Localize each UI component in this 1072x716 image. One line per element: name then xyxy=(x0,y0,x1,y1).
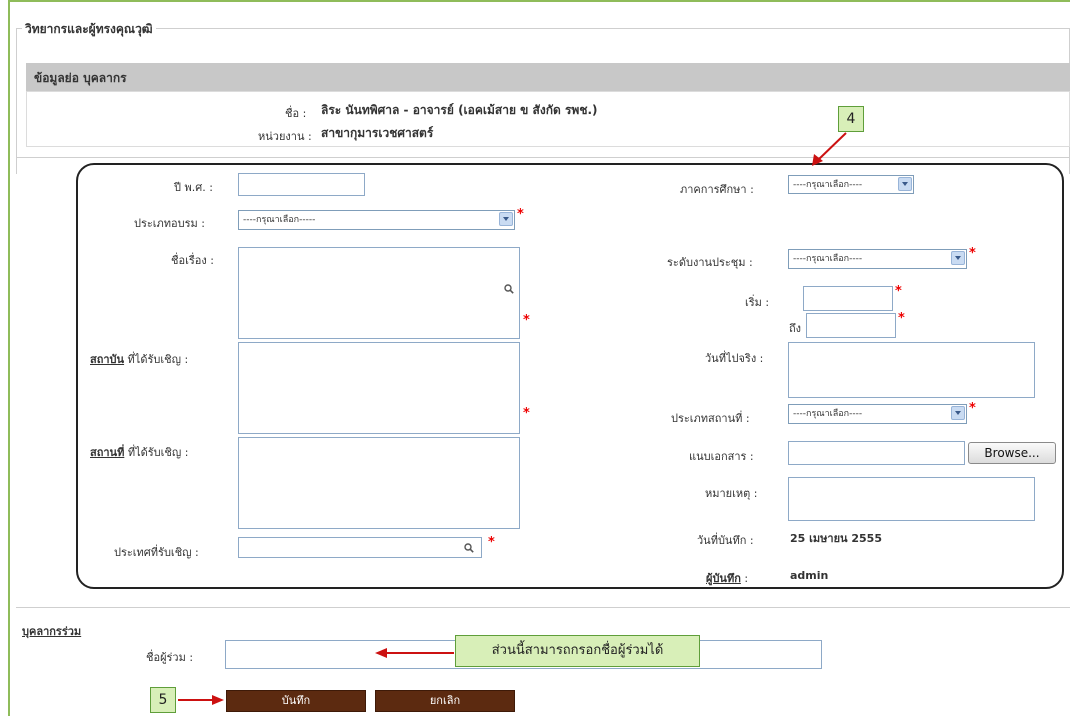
search-icon[interactable] xyxy=(504,284,514,294)
required-asterisk: * xyxy=(895,284,902,299)
attach-label: แนบเอกสาร : xyxy=(689,450,754,463)
required-asterisk: * xyxy=(488,535,495,550)
semester-select[interactable]: ----กรุณาเลือก---- xyxy=(788,175,914,194)
institute-label-underlined: สถาบัน xyxy=(90,353,125,366)
cancel-button[interactable]: ยกเลิก xyxy=(375,690,515,712)
meeting-level-label: ระดับงานประชุม : xyxy=(667,256,753,269)
recorder-colon: : xyxy=(744,572,749,585)
remark-textarea[interactable] xyxy=(788,477,1035,521)
chevron-down-icon xyxy=(499,212,513,226)
place-label: สถานที่ ที่ได้รับเชิญ : xyxy=(90,443,188,461)
recorder-value: admin xyxy=(790,569,829,582)
info-header-title: ข้อมูลย่อ บุคลากร xyxy=(34,71,127,85)
dept-value: สาขากุมารเวชศาสตร์ xyxy=(321,126,434,140)
dept-label: หน่วยงาน : xyxy=(258,130,312,143)
divider-bottom xyxy=(16,607,1070,608)
save-button[interactable]: บันทึก xyxy=(226,690,366,712)
co-personnel-heading: บุคลากรร่วม xyxy=(22,625,82,638)
name-label: ชื่อ : xyxy=(285,107,307,120)
required-asterisk: * xyxy=(517,207,524,222)
name-value: ลิระ นันทพิศาล - อาจารย์ (เอคเม้สาย ข สั… xyxy=(321,103,598,117)
venue-type-label: ประเภทสถานที่ : xyxy=(671,412,750,425)
divider-top xyxy=(16,157,1070,158)
remark-label: หมายเหตุ : xyxy=(705,487,758,500)
train-type-value: ----กรุณาเลือก----- xyxy=(243,215,316,225)
country-label: ประเทศที่รับเชิญ : xyxy=(114,546,199,559)
required-asterisk: * xyxy=(898,311,905,326)
recorder-label-group: ผู้บันทึก : xyxy=(706,569,748,587)
browse-button[interactable]: Browse... xyxy=(968,442,1056,464)
co-name-label: ชื่อผู้ร่วม : xyxy=(146,651,194,664)
record-date-label: วันที่บันทึก : xyxy=(697,534,754,547)
actual-date-label: วันที่ไปจริง : xyxy=(705,352,764,365)
institute-textarea[interactable] xyxy=(238,342,520,434)
callout-5: 5 xyxy=(150,687,176,713)
callout-4: 4 xyxy=(838,106,864,132)
end-label: ถึง xyxy=(789,322,802,335)
record-date-value: 25 เมษายน 2555 xyxy=(790,532,882,545)
required-asterisk: * xyxy=(523,406,530,421)
required-asterisk: * xyxy=(969,246,976,261)
country-input[interactable] xyxy=(238,537,482,558)
place-label-rest: ที่ได้รับเชิญ : xyxy=(124,446,189,459)
semester-value: ----กรุณาเลือก---- xyxy=(793,180,863,190)
chevron-down-icon xyxy=(951,406,965,420)
meeting-level-select[interactable]: ----กรุณาเลือก---- xyxy=(788,249,967,269)
train-type-select[interactable]: ----กรุณาเลือก----- xyxy=(238,210,515,230)
info-header-bar xyxy=(26,63,1070,91)
year-label: ปี พ.ศ. : xyxy=(174,181,213,194)
chevron-down-icon xyxy=(951,251,965,265)
required-asterisk: * xyxy=(969,401,976,416)
venue-type-value: ----กรุณาเลือก---- xyxy=(793,409,863,419)
topic-label: ชื่อเรื่อง : xyxy=(171,254,214,267)
year-input[interactable] xyxy=(238,173,365,196)
callout-note: ส่วนนี้สามารถกรอกชื่อผู้ร่วมได้ xyxy=(455,635,700,667)
venue-type-select[interactable]: ----กรุณาเลือก---- xyxy=(788,404,967,424)
institute-label: สถาบัน ที่ได้รับเชิญ : xyxy=(90,350,188,368)
search-icon[interactable] xyxy=(464,543,474,553)
meeting-level-value: ----กรุณาเลือก---- xyxy=(793,254,863,264)
attach-file-input[interactable] xyxy=(788,441,965,465)
end-date-input[interactable] xyxy=(806,313,896,338)
actual-date-textarea[interactable] xyxy=(788,342,1035,398)
start-date-input[interactable] xyxy=(803,286,893,311)
institute-label-rest: ที่ได้รับเชิญ : xyxy=(124,353,189,366)
place-textarea[interactable] xyxy=(238,437,520,529)
topic-textarea[interactable] xyxy=(238,247,520,339)
recorder-label: ผู้บันทึก xyxy=(706,572,741,585)
train-type-label: ประเภทอบรม : xyxy=(134,217,206,230)
required-asterisk: * xyxy=(523,313,530,328)
semester-label: ภาคการศึกษา : xyxy=(680,183,754,196)
start-label: เริ่ม : xyxy=(745,296,770,309)
fieldset-legend: วิทยากรและผู้ทรงคุณวุฒิ xyxy=(22,20,156,39)
place-label-underlined: สถานที่ xyxy=(90,446,125,459)
chevron-down-icon xyxy=(898,177,912,191)
